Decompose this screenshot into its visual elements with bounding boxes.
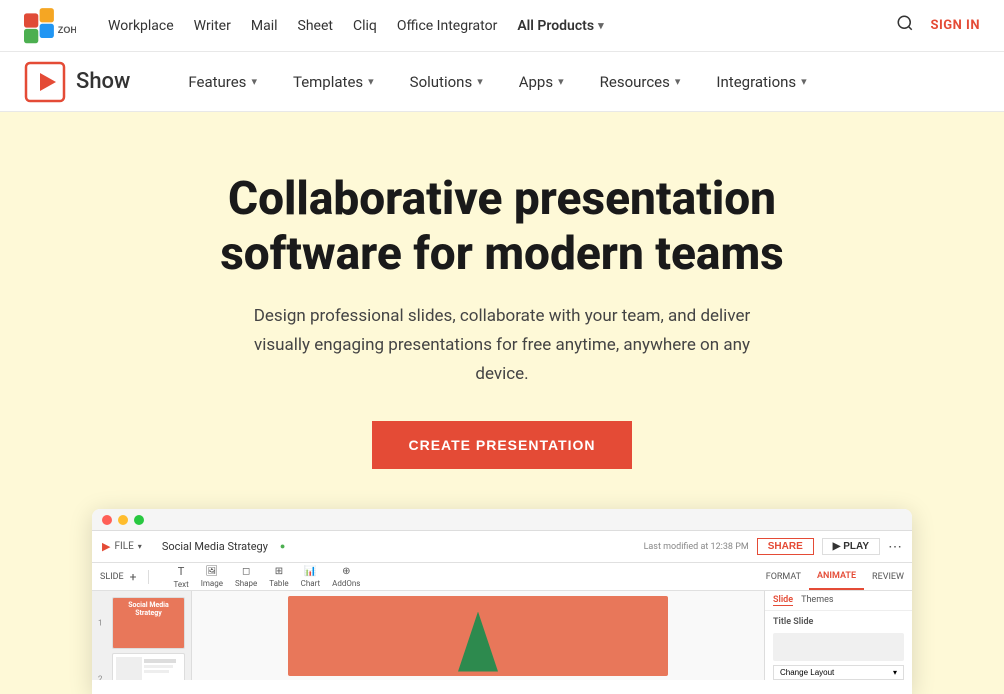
- shape-icon: ◻: [242, 566, 250, 577]
- chart-icon: 📊: [304, 566, 316, 577]
- product-navigation: Show Features ▾ Templates ▾ Solutions ▾ …: [0, 52, 1004, 112]
- animate-tab[interactable]: ANIMATE: [809, 563, 864, 590]
- slide-subtab[interactable]: Slide: [773, 595, 793, 606]
- workplace-link[interactable]: Workplace: [108, 18, 174, 34]
- review-tab[interactable]: REVIEW: [864, 563, 912, 590]
- solutions-nav-item[interactable]: Solutions ▾: [392, 52, 501, 112]
- mail-link[interactable]: Mail: [251, 18, 278, 34]
- app-main-area: 1 Social Media Strategy 2: [92, 591, 912, 680]
- all-products-button[interactable]: All Products ▾: [517, 18, 603, 34]
- title-slide-label: Title Slide: [773, 617, 813, 627]
- themes-subtab[interactable]: Themes: [801, 595, 833, 606]
- text-tool[interactable]: T Text: [173, 565, 188, 589]
- features-chevron-icon: ▾: [251, 75, 257, 88]
- slide-content-area[interactable]: [192, 591, 764, 680]
- right-panel-content: Title Slide Change Layout ▾ Background F…: [765, 611, 912, 680]
- hero-subtitle: Design professional slides, collaborate …: [252, 302, 752, 389]
- insert-tools: T Text 🖼 Image ◻ Shape ⊞ Table: [165, 565, 757, 589]
- product-name: Show: [76, 69, 130, 94]
- templates-nav-item[interactable]: Templates ▾: [275, 52, 392, 112]
- maximize-window-dot[interactable]: [134, 515, 144, 525]
- resources-chevron-icon: ▾: [675, 75, 681, 88]
- text-icon: T: [178, 565, 185, 578]
- chart-tool[interactable]: 📊 Chart: [301, 566, 321, 588]
- last-modified-text: Last modified at 12:38 PM: [644, 542, 749, 552]
- share-button[interactable]: SHARE: [757, 538, 814, 555]
- hero-section: Collaborative presentation software for …: [0, 112, 1004, 694]
- right-panel: Slide Themes Title Slide Change Layout ▾…: [764, 591, 912, 680]
- solutions-chevron-icon: ▾: [477, 75, 483, 88]
- office-integrator-link[interactable]: Office Integrator: [397, 18, 497, 34]
- zoho-logo-area[interactable]: ZOHO: [24, 8, 76, 44]
- slide-label: SLIDE: [100, 572, 124, 582]
- all-products-chevron-icon: ▾: [598, 19, 604, 32]
- window-chrome: [92, 509, 912, 531]
- writer-link[interactable]: Writer: [194, 18, 231, 34]
- document-title: Social Media Strategy: [162, 540, 268, 553]
- slide-panel: 1 Social Media Strategy 2: [92, 591, 192, 680]
- product-brand[interactable]: Show: [24, 61, 130, 103]
- search-button[interactable]: [896, 14, 914, 37]
- autosave-indicator: ●: [280, 541, 285, 552]
- slide-themes-subtabs: Slide Themes: [765, 591, 912, 611]
- image-icon: 🖼: [205, 566, 218, 577]
- apps-nav-item[interactable]: Apps ▾: [501, 52, 582, 112]
- addons-tool[interactable]: ⊕ AddOns: [332, 566, 360, 588]
- show-app-icon: ▶: [102, 540, 110, 553]
- apps-chevron-icon: ▾: [558, 75, 564, 88]
- search-icon: [896, 14, 914, 32]
- play-button[interactable]: ▶ PLAY: [822, 538, 880, 555]
- tree-decoration: [458, 612, 498, 672]
- format-tab[interactable]: FORMAT: [758, 563, 809, 590]
- resources-nav-item[interactable]: Resources ▾: [582, 52, 699, 112]
- layout-preview: [773, 633, 904, 661]
- shape-tool[interactable]: ◻ Shape: [235, 566, 257, 588]
- app-screenshot-container: ▶ FILE ▾ Social Media Strategy ● Last mo…: [24, 509, 980, 694]
- minimize-window-dot[interactable]: [118, 515, 128, 525]
- sign-in-button[interactable]: SIGN IN: [930, 18, 980, 33]
- slide-1-thumbnail[interactable]: Social Media Strategy: [112, 597, 185, 649]
- top-nav-links: Workplace Writer Mail Sheet Cliq Office …: [108, 18, 896, 34]
- integrations-nav-item[interactable]: Integrations ▾: [698, 52, 824, 112]
- table-tool[interactable]: ⊞ Table: [269, 566, 288, 588]
- zoho-logo[interactable]: ZOHO: [24, 8, 76, 44]
- show-logo: [24, 61, 66, 103]
- sheet-link[interactable]: Sheet: [298, 18, 333, 34]
- slide-main-slide: [288, 596, 668, 676]
- table-icon: ⊞: [275, 566, 283, 577]
- file-label[interactable]: FILE: [114, 541, 133, 552]
- top-nav-right: SIGN IN: [896, 14, 980, 37]
- close-window-dot[interactable]: [102, 515, 112, 525]
- add-slide-icon[interactable]: +: [130, 570, 137, 584]
- cliq-link[interactable]: Cliq: [353, 18, 377, 34]
- slide-2-container[interactable]: 2: [98, 653, 185, 680]
- svg-text:ZOHO: ZOHO: [58, 24, 76, 34]
- top-navigation: ZOHO Workplace Writer Mail Sheet Cliq Of…: [0, 0, 1004, 52]
- slide-1-container[interactable]: 1 Social Media Strategy: [98, 597, 185, 649]
- slide-2-thumbnail[interactable]: [112, 653, 185, 680]
- more-options-icon[interactable]: ⋯: [888, 539, 902, 555]
- templates-chevron-icon: ▾: [368, 75, 374, 88]
- app-toolbar: ▶ FILE ▾ Social Media Strategy ● Last mo…: [92, 531, 912, 563]
- change-layout-button[interactable]: Change Layout ▾: [773, 665, 904, 680]
- image-tool[interactable]: 🖼 Image: [201, 566, 223, 588]
- product-nav-links: Features ▾ Templates ▾ Solutions ▾ Apps …: [170, 52, 980, 112]
- hero-title: Collaborative presentation software for …: [162, 172, 842, 282]
- file-menu[interactable]: ▶ FILE ▾: [102, 540, 142, 553]
- create-presentation-button[interactable]: CREATE PRESENTATION: [372, 421, 631, 469]
- file-chevron-icon: ▾: [138, 542, 142, 551]
- slide-add-bar: SLIDE +: [92, 570, 149, 584]
- integrations-chevron-icon: ▾: [801, 75, 807, 88]
- app-screenshot: ▶ FILE ▾ Social Media Strategy ● Last mo…: [92, 509, 912, 694]
- change-layout-chevron-icon: ▾: [893, 668, 897, 677]
- play-icon: ▶: [833, 541, 843, 552]
- features-nav-item[interactable]: Features ▾: [170, 52, 275, 112]
- slide-1-number: 1: [98, 619, 103, 628]
- title-slide-row: Title Slide: [773, 617, 904, 627]
- format-tabs-bar: SLIDE + T Text 🖼 Image ◻ Shape: [92, 563, 912, 591]
- slide-2-number: 2: [98, 675, 103, 681]
- addons-icon: ⊕: [342, 566, 350, 577]
- toolbar-right: Last modified at 12:38 PM SHARE ▶ PLAY ⋯: [644, 538, 902, 555]
- right-panel-tabs-top: FORMAT ANIMATE REVIEW: [758, 563, 912, 590]
